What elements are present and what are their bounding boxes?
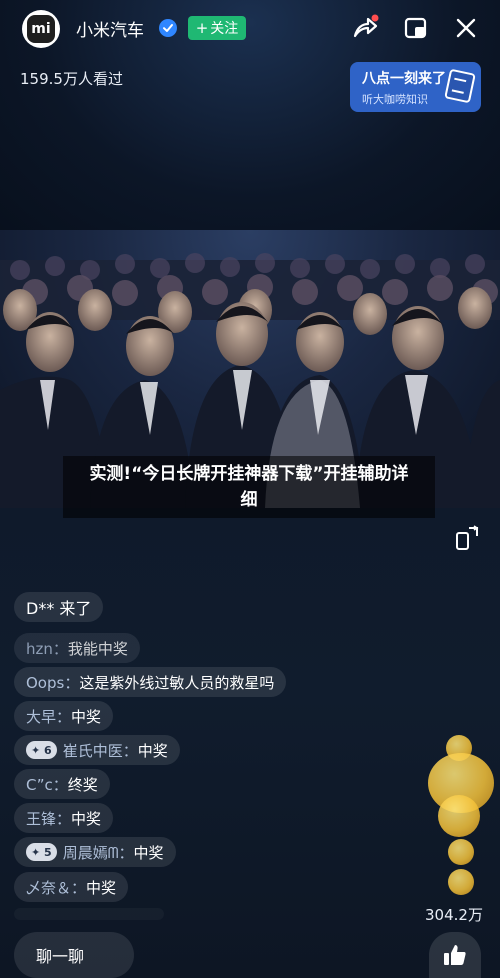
- verified-icon: [159, 19, 177, 37]
- fan-level-badge: ✦ 6: [26, 741, 57, 759]
- chat-message: 大早： 中奖: [14, 701, 114, 731]
- like-emoji-stack: [420, 735, 500, 895]
- chat-text: 中奖: [86, 878, 117, 897]
- chat-text: 中奖: [137, 741, 168, 760]
- chat-message: ✦ 6 崔氏中医： 中奖: [14, 735, 180, 765]
- banner-sticker-icon: [444, 68, 476, 104]
- chat-user: D** 来了: [26, 599, 92, 618]
- comment-input[interactable]: 聊一聊: [14, 932, 134, 978]
- brand-logo: mi: [27, 15, 55, 43]
- chat-user: C”c：: [26, 775, 68, 794]
- chat-message: Oops： 这是紫外线过敏人员的救星吗: [14, 667, 287, 697]
- follow-label: 关注: [210, 21, 239, 37]
- banner-subtitle: 听大咖唠知识: [362, 93, 428, 106]
- chat-text: 终奖: [67, 775, 98, 794]
- chat-user: 大早：: [26, 707, 72, 726]
- chat-message: 乄奈＆： 中奖: [14, 872, 129, 902]
- float-window-icon[interactable]: [402, 14, 430, 42]
- chat-message: C”c： 终奖: [14, 769, 110, 799]
- chat-user: Oops：: [26, 673, 80, 692]
- plus-icon: +: [195, 19, 209, 37]
- promo-banner[interactable]: 八点一刻来了 听大咖唠知识: [350, 62, 481, 112]
- close-icon[interactable]: [452, 14, 480, 42]
- chat-text: 这是紫外线过敏人员的救星吗: [79, 673, 275, 692]
- chat-user: hzn：: [26, 639, 68, 658]
- thumbs-up-icon: [444, 945, 466, 965]
- video-caption: 实测!“今日长牌开挂神器下载”开挂辅助详细: [63, 456, 435, 518]
- chat-user: 崔氏中医：: [62, 741, 138, 760]
- channel-name[interactable]: 小米汽车: [76, 16, 144, 41]
- emoji-icon: [448, 839, 474, 865]
- viewer-count: 159.5万人看过: [20, 70, 123, 88]
- chat-text: 中奖: [71, 707, 102, 726]
- chat-message: ✦ 5 周晨嫣ᗰ： 中奖: [14, 837, 176, 867]
- chat-text: 中奖: [133, 843, 164, 862]
- share-icon[interactable]: [351, 14, 379, 42]
- follow-button[interactable]: + 关注: [188, 16, 246, 40]
- banner-title: 八点一刻来了: [362, 71, 446, 87]
- emoji-icon: [438, 795, 480, 837]
- rotate-screen-icon[interactable]: [454, 525, 480, 551]
- like-button[interactable]: [429, 932, 481, 978]
- chat-user: 周晨嫣ᗰ：: [62, 843, 134, 862]
- chat-user: 乄奈＆：: [26, 878, 87, 897]
- chat-text: 我能中奖: [67, 639, 128, 658]
- chat-message: D** 来了: [14, 592, 104, 622]
- chat-message: hzn： 我能中奖: [14, 633, 140, 663]
- emoji-icon: [448, 869, 474, 895]
- comment-input-label: 聊一聊: [36, 947, 85, 966]
- like-count: 304.2万: [425, 906, 483, 924]
- chat-text: 中奖: [71, 809, 102, 828]
- channel-avatar[interactable]: mi: [22, 10, 60, 48]
- fan-level-badge: ✦ 5: [26, 843, 57, 861]
- chat-message-faded: [14, 908, 164, 920]
- chat-message: 王锋： 中奖: [14, 803, 114, 833]
- chat-user: 王锋：: [26, 809, 72, 828]
